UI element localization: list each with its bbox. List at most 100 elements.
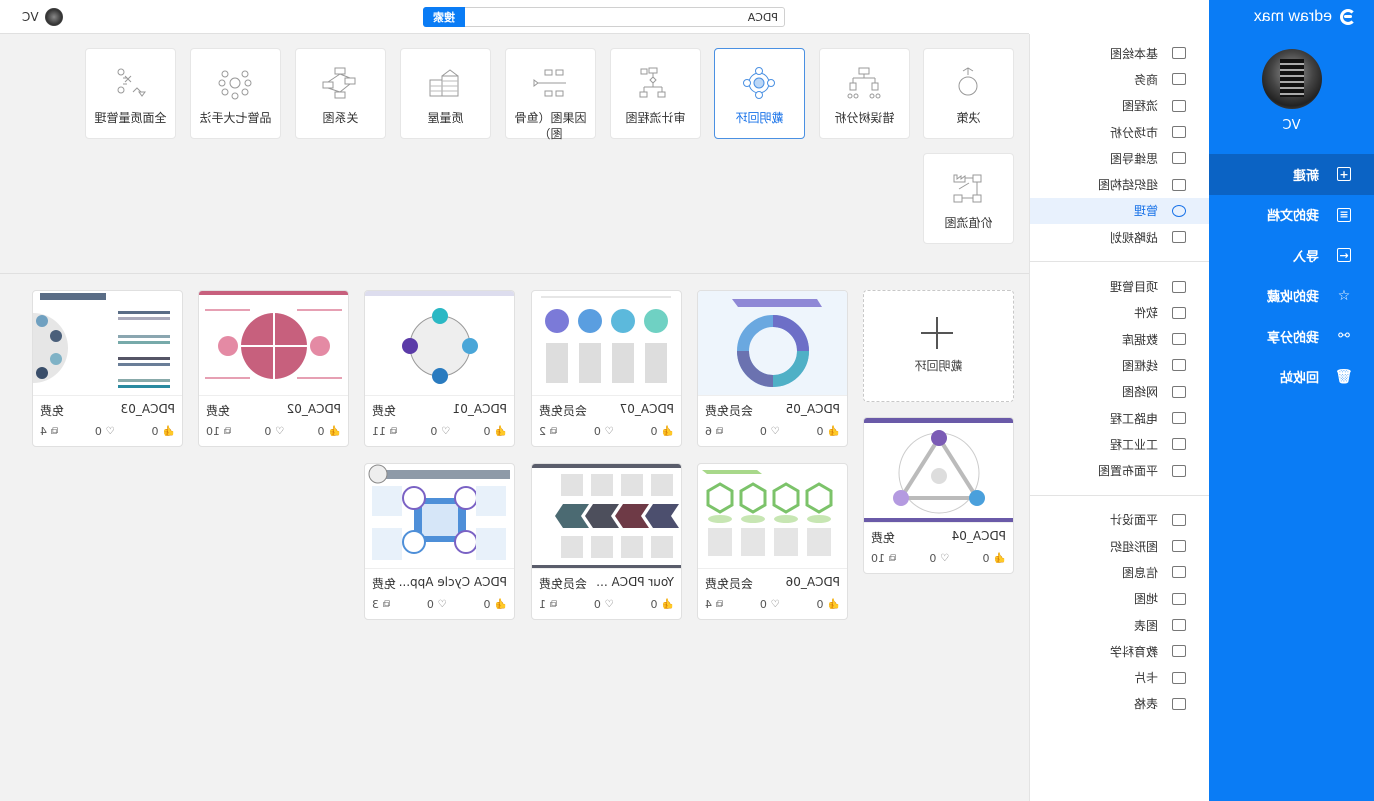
template-thumbnail[interactable] <box>33 291 182 396</box>
favorite-count[interactable]: ♡ 0 <box>594 425 614 438</box>
diagram-type-card[interactable]: 品管七大手法 <box>190 48 281 139</box>
template-thumbnail[interactable] <box>864 418 1013 523</box>
diagram-type-card[interactable]: 戴明回环 <box>714 48 805 139</box>
template-thumbnail[interactable] <box>199 291 348 396</box>
template-card[interactable]: PDCA_06 会员免费 👍 0 ♡ 0 ⧉ 4 <box>697 463 848 620</box>
template-card[interactable]: PDCA_03 免费 👍 0 ♡ 0 ⧉ 4 <box>32 290 183 447</box>
like-count[interactable]: 👍 0 <box>817 425 840 438</box>
category-item[interactable]: 思维导图 <box>1030 145 1209 171</box>
copy-count[interactable]: ⧉ 10 <box>871 552 896 565</box>
like-count[interactable]: 👍 0 <box>651 598 674 611</box>
template-thumbnail[interactable] <box>532 464 681 569</box>
template-card[interactable]: PDCA_02 免费 👍 0 ♡ 0 ⧉ 10 <box>198 290 349 447</box>
sidebar-item-import[interactable]: ← 导入 <box>1209 235 1374 276</box>
category-item[interactable]: 数据库 <box>1030 326 1209 352</box>
new-blank-diagram-card[interactable]: 戴明回环 <box>863 290 1014 402</box>
like-count[interactable]: 👍 0 <box>983 552 1006 565</box>
copy-count[interactable]: ⧉ 3 <box>372 598 390 611</box>
like-count[interactable]: 👍 0 <box>484 425 507 438</box>
category-item[interactable]: 工业工程 <box>1030 431 1209 457</box>
category-label: 表格 <box>1133 697 1158 712</box>
copy-count[interactable]: ⧉ 4 <box>40 425 58 438</box>
category-item[interactable]: 表格 <box>1030 691 1209 717</box>
favorite-count[interactable]: ♡ 0 <box>760 598 780 611</box>
category-item[interactable]: 平面布置图 <box>1030 457 1209 483</box>
category-item[interactable]: 管理 <box>1030 197 1209 225</box>
category-item[interactable]: 流程图 <box>1030 93 1209 119</box>
diagram-type-card[interactable]: 决策 <box>923 48 1014 139</box>
category-item[interactable]: 卡片 <box>1030 665 1209 691</box>
search-input[interactable] <box>465 8 784 26</box>
template-card[interactable]: PDCA_01 免费 👍 0 ♡ 0 ⧉ 11 <box>364 290 515 447</box>
template-price-badge: 会员免费 <box>539 577 588 591</box>
favorite-count[interactable]: ♡ 0 <box>95 425 115 438</box>
template-card[interactable]: PDCA_07 会员免费 👍 0 ♡ 0 ⧉ 2 <box>531 290 682 447</box>
brand-name: edraw max <box>1253 8 1332 25</box>
sidebar-item-documents[interactable]: ≡ 我的文档 <box>1209 195 1374 236</box>
like-count[interactable]: 👍 0 <box>318 425 341 438</box>
diagram-type-card[interactable]: 审计流程图 <box>610 48 701 139</box>
diagram-type-card[interactable]: 因果图（鱼骨图） <box>505 48 596 141</box>
chart-icon <box>1172 619 1186 632</box>
category-item[interactable]: 软件 <box>1030 300 1209 326</box>
search-button[interactable]: 搜索 <box>423 7 465 27</box>
category-item[interactable]: 平面设计 <box>1030 507 1209 533</box>
diagram-type-card[interactable]: 关系图 <box>295 48 386 139</box>
diagram-type-card[interactable]: 错误树分析 <box>819 48 910 139</box>
category-item[interactable]: 线框图 <box>1030 352 1209 378</box>
copy-count[interactable]: ⧉ 6 <box>705 425 723 438</box>
diagram-type-card[interactable]: 全面质量管理 <box>85 48 176 139</box>
template-card[interactable]: Your PDCA ... 会员免费 👍 0 ♡ 0 ⧉ 1 <box>531 463 682 620</box>
category-item[interactable]: 图形组织 <box>1030 533 1209 559</box>
copy-icon: ⧉ <box>716 426 724 437</box>
template-thumbnail[interactable] <box>698 291 847 396</box>
copy-count[interactable]: ⧉ 1 <box>539 598 557 611</box>
favorite-count[interactable]: ♡ 0 <box>594 598 614 611</box>
category-item[interactable]: 网络图 <box>1030 379 1209 405</box>
template-card[interactable]: PDCA Cycle App... 免费 👍 0 ♡ 0 ⧉ 3 <box>364 463 515 620</box>
category-item[interactable]: 地图 <box>1030 586 1209 612</box>
diagram-type-card[interactable]: 质量屋 <box>400 48 491 139</box>
category-item[interactable]: 电路工程 <box>1030 405 1209 431</box>
category-item[interactable]: 基本绘图 <box>1030 40 1209 66</box>
sidebar-item-trash[interactable]: 🗑 回收站 <box>1209 357 1374 398</box>
favorite-count[interactable]: ♡ 0 <box>427 598 447 611</box>
copy-count[interactable]: ⧉ 4 <box>705 598 723 611</box>
sidebar-item-new-file[interactable]: + 新建 <box>1209 154 1374 195</box>
diagram-type-label: 因果图（鱼骨图） <box>514 111 587 141</box>
top-user-menu[interactable]: VC <box>22 8 63 26</box>
category-item[interactable]: 商务 <box>1030 66 1209 92</box>
category-item[interactable]: 战略规划 <box>1030 224 1209 250</box>
category-item[interactable]: 信息图 <box>1030 559 1209 585</box>
like-count[interactable]: 👍 0 <box>484 598 507 611</box>
deming-cycle-icon <box>743 67 775 99</box>
category-item[interactable]: 教育科学 <box>1030 638 1209 664</box>
copy-count[interactable]: ⧉ 10 <box>206 425 231 438</box>
favorite-count[interactable]: ♡ 0 <box>430 425 450 438</box>
favorite-count[interactable]: ♡ 0 <box>929 552 949 565</box>
diagram-type-card[interactable]: 价值流图 <box>923 153 1014 244</box>
like-count[interactable]: 👍 0 <box>152 425 175 438</box>
copy-value: 11 <box>372 425 386 438</box>
user-avatar[interactable] <box>1262 49 1322 109</box>
template-thumbnail[interactable] <box>365 464 514 569</box>
category-item[interactable]: 市场分析 <box>1030 119 1209 145</box>
like-count[interactable]: 👍 0 <box>651 425 674 438</box>
copy-count[interactable]: ⧉ 2 <box>539 425 557 438</box>
template-name: PDCA_07 <box>619 402 674 416</box>
copy-count[interactable]: ⧉ 11 <box>372 425 397 438</box>
category-item[interactable]: 项目管理 <box>1030 273 1209 299</box>
sidebar-item-star[interactable]: ☆ 我的收藏 <box>1209 276 1374 317</box>
favorite-count[interactable]: ♡ 0 <box>264 425 284 438</box>
template-thumbnail[interactable] <box>365 291 514 396</box>
template-card[interactable]: PDCA_04 免费 👍 0 ♡ 0 ⧉ 10 <box>863 417 1014 574</box>
template-thumbnail[interactable] <box>698 464 847 569</box>
category-item[interactable]: 组织结构图 <box>1030 171 1209 197</box>
like-count[interactable]: 👍 0 <box>817 598 840 611</box>
favorite-count[interactable]: ♡ 0 <box>760 425 780 438</box>
category-item[interactable]: 图表 <box>1030 612 1209 638</box>
template-thumbnail[interactable] <box>532 291 681 396</box>
template-card[interactable]: PDCA_05 会员免费 👍 0 ♡ 0 ⧉ 6 <box>697 290 848 447</box>
sidebar-item-share[interactable]: ⚯ 我的分享 <box>1209 316 1374 357</box>
category-label: 地图 <box>1133 592 1158 607</box>
